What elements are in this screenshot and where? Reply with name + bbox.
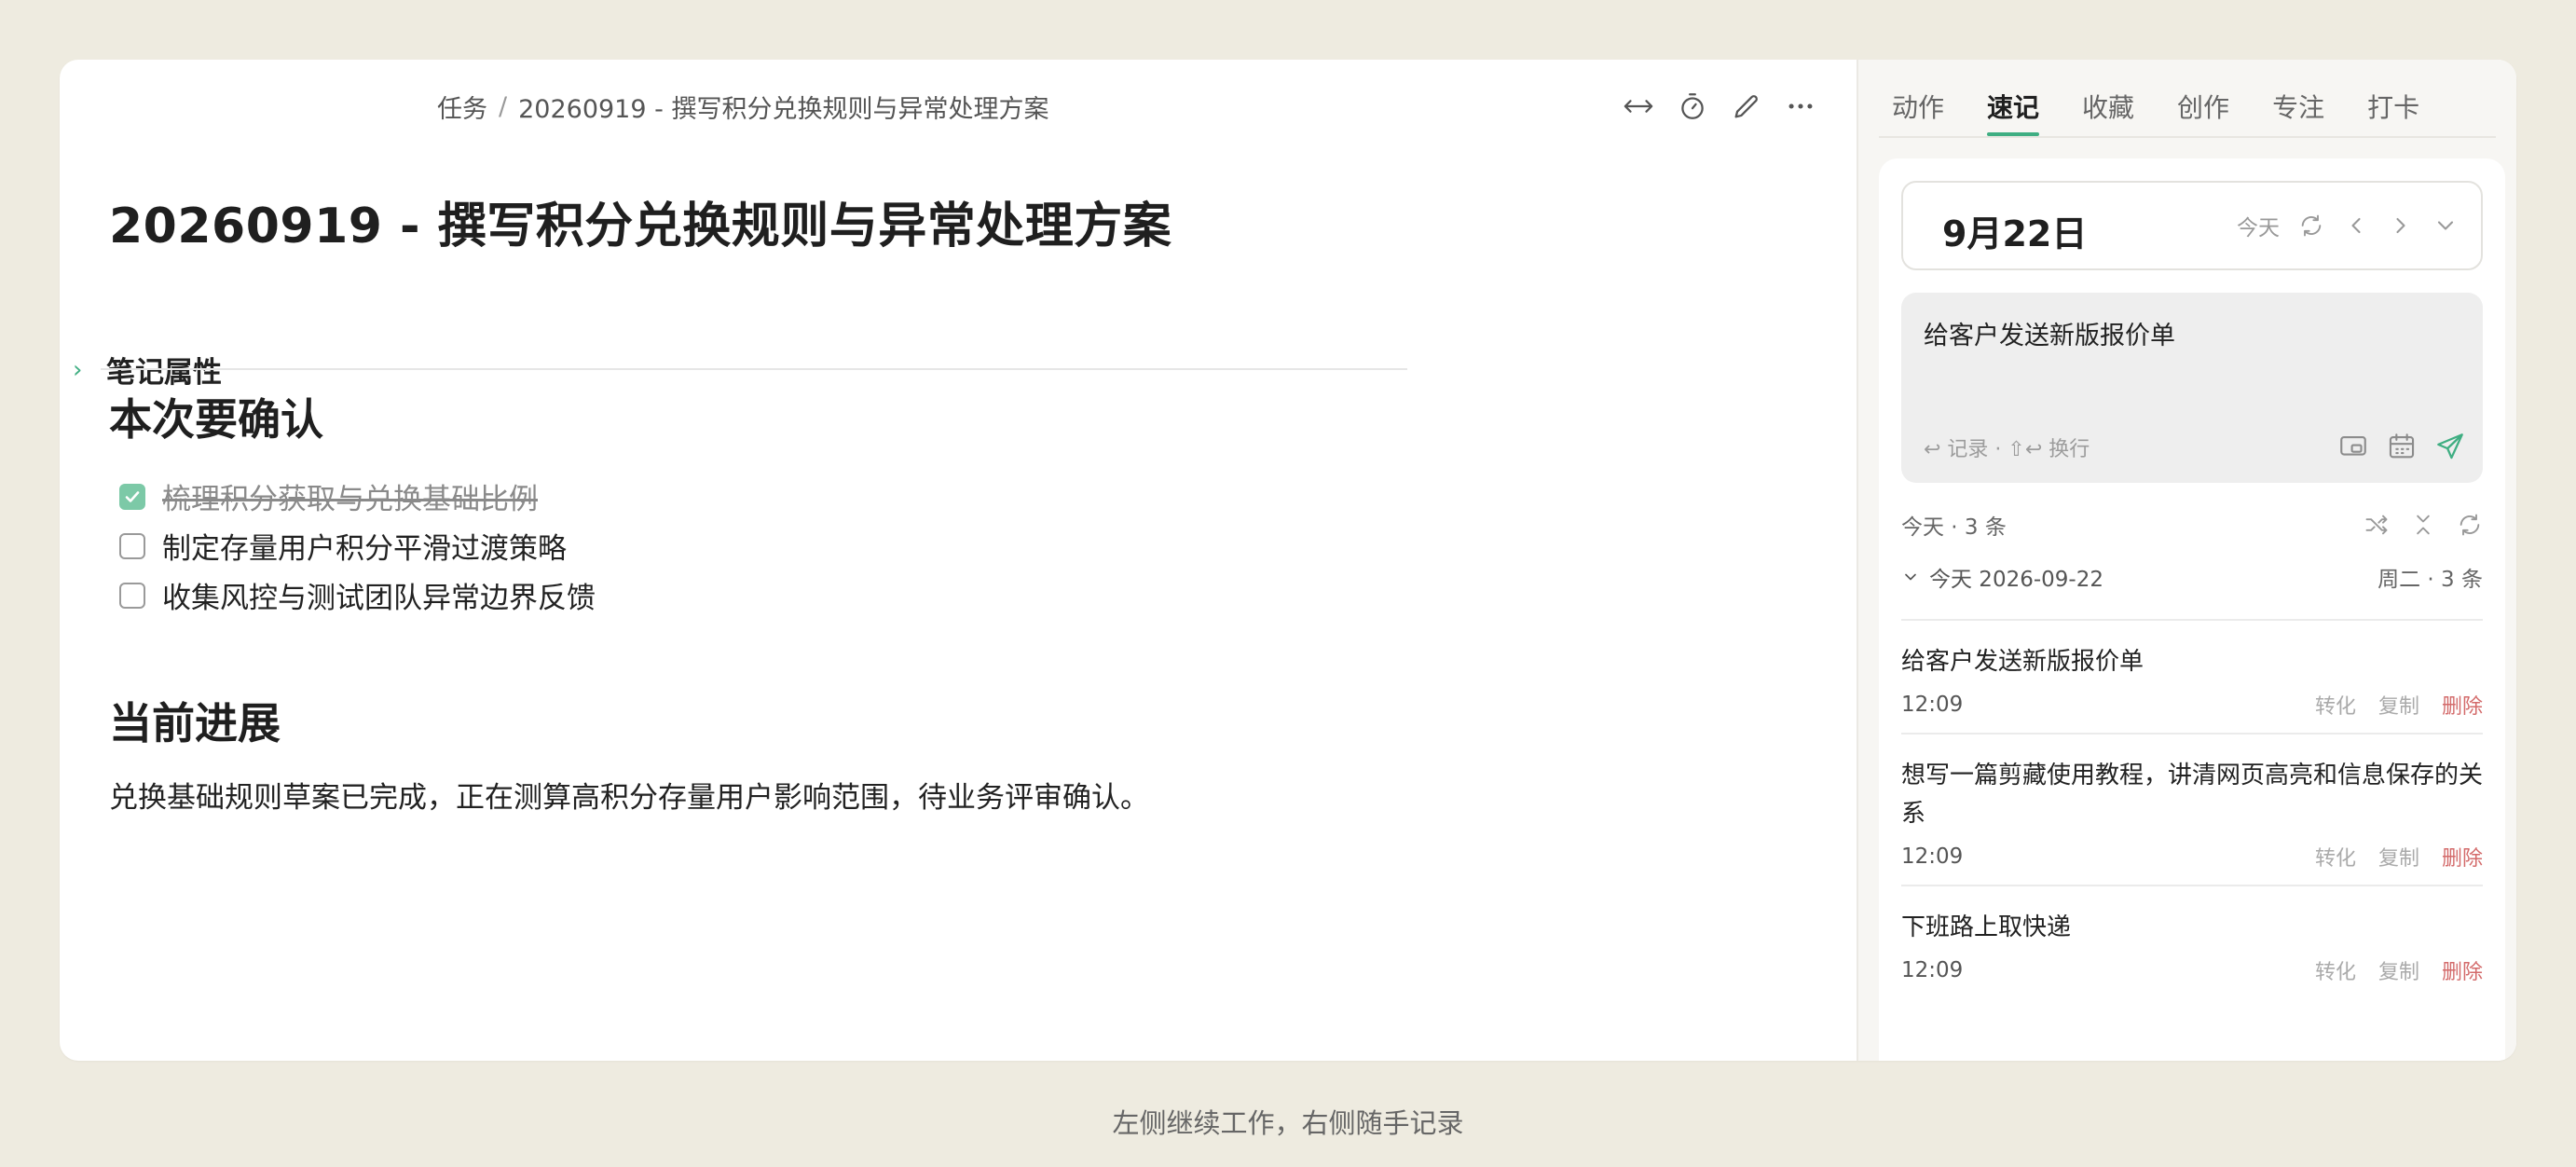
note-time: 12:09 <box>1901 958 1964 982</box>
task-checkbox[interactable] <box>119 483 145 510</box>
calendar-icon[interactable] <box>2386 431 2418 462</box>
quick-notes-card: 9月22日 今天 给客户发送新版报价单 ↩ 记录 · ⇧↩ 换行 今天 · 3 … <box>1879 158 2505 1061</box>
task-item: 收集风控与测试团队异常边界反馈 <box>119 570 596 620</box>
notes-list: 给客户发送新版报价单 12:09 转化 复制 删除 想写一篇剪藏使用教程，讲清网… <box>1901 619 2483 998</box>
chevron-down-icon[interactable] <box>2432 213 2459 239</box>
section-heading-confirm[interactable]: 本次要确认 <box>109 386 323 447</box>
task-text[interactable]: 梳理积分获取与兑换基础比例 <box>162 475 538 517</box>
chevron-left-icon[interactable] <box>2343 213 2369 239</box>
list-actions <box>2364 512 2483 538</box>
breadcrumb-separator: / <box>499 91 508 121</box>
date-group-toggle[interactable]: 今天 2026-09-22 <box>1901 561 2103 593</box>
task-text[interactable]: 制定存量用户积分平滑过渡策略 <box>162 525 567 567</box>
page-title[interactable]: 20260919 - 撰写积分兑换规则与异常处理方案 <box>109 186 1172 256</box>
delete-button[interactable]: 删除 <box>2442 842 2483 872</box>
app-window: 任务 / 20260919 - 撰写积分兑换规则与异常处理方案 20260919… <box>60 60 2516 1061</box>
task-list: 梳理积分获取与兑换基础比例 制定存量用户积分平滑过渡策略 收集风控与测试团队异常… <box>119 472 596 620</box>
chevron-down-icon <box>1905 573 1916 581</box>
collapse-icon[interactable] <box>2410 512 2436 538</box>
sidebar-tabs: 动作 速记 收藏 创作 专注 打卡 <box>1892 76 2419 136</box>
note-meta: 12:09 转化 复制 删除 <box>1901 690 2483 720</box>
chevron-right-icon[interactable] <box>2388 213 2414 239</box>
delete-button[interactable]: 删除 <box>2442 690 2483 720</box>
tab-checkin[interactable]: 打卡 <box>2367 76 2419 136</box>
breadcrumb-current: 20260919 - 撰写积分兑换规则与异常处理方案 <box>518 94 1049 124</box>
note-meta: 12:09 转化 复制 删除 <box>1901 955 2483 985</box>
date-group-label: 今天 2026-09-22 <box>1929 568 2103 592</box>
task-checkbox[interactable] <box>119 582 145 609</box>
send-icon[interactable] <box>2434 431 2466 462</box>
today-button[interactable]: 今天 <box>2237 210 2280 241</box>
section-heading-progress[interactable]: 当前进展 <box>109 690 281 751</box>
tab-create[interactable]: 创作 <box>2177 76 2229 136</box>
screen-clip-icon[interactable] <box>2337 431 2369 462</box>
date-group-header: 今天 2026-09-22 周二 · 3 条 <box>1901 561 2483 593</box>
note-text[interactable]: 给客户发送新版报价单 <box>1901 643 2483 681</box>
date-controls: 今天 <box>2237 183 2459 268</box>
note-actions: 转化 复制 删除 <box>2315 690 2483 720</box>
tab-actions[interactable]: 动作 <box>1892 76 1944 136</box>
note-actions: 转化 复制 删除 <box>2315 955 2483 985</box>
task-text[interactable]: 收集风控与测试团队异常边界反馈 <box>162 574 596 616</box>
chevron-right-icon: › <box>73 355 83 384</box>
editor-toolbar <box>1622 76 1817 136</box>
tab-quick-notes[interactable]: 速记 <box>1987 76 2040 136</box>
editor-pane: 任务 / 20260919 - 撰写积分兑换规则与异常处理方案 20260919… <box>60 60 1857 1061</box>
copy-button[interactable]: 复制 <box>2378 842 2419 872</box>
note-meta: 12:09 转化 复制 删除 <box>1901 842 2483 872</box>
quick-note-input-value[interactable]: 给客户发送新版报价单 <box>1924 315 2175 351</box>
expand-width-icon[interactable] <box>1622 89 1655 123</box>
note-actions: 转化 复制 删除 <box>2315 842 2483 872</box>
list-item: 给客户发送新版报价单 12:09 转化 复制 删除 <box>1901 619 2483 733</box>
tab-focus[interactable]: 专注 <box>2272 76 2324 136</box>
list-item: 想写一篇剪藏使用教程，讲清网页高亮和信息保存的关系 12:09 转化 复制 删除 <box>1901 733 2483 885</box>
shuffle-icon[interactable] <box>2364 512 2390 538</box>
convert-button[interactable]: 转化 <box>2315 690 2356 720</box>
task-item: 制定存量用户积分平滑过渡策略 <box>119 521 596 570</box>
refresh-icon[interactable] <box>2298 213 2324 239</box>
delete-button[interactable]: 删除 <box>2442 955 2483 985</box>
date-navigator: 9月22日 今天 <box>1901 181 2483 270</box>
check-icon <box>125 490 140 502</box>
refresh-icon[interactable] <box>2457 512 2483 538</box>
divider <box>101 368 1407 370</box>
notes-stats-row: 今天 · 3 条 <box>1901 509 2483 541</box>
more-icon[interactable] <box>1784 89 1817 123</box>
progress-paragraph[interactable]: 兑换基础规则草案已完成，正在测算高积分存量用户影响范围，待业务评审确认。 <box>109 774 1149 816</box>
note-text[interactable]: 下班路上取快递 <box>1901 909 2483 947</box>
timer-icon[interactable] <box>1676 89 1709 123</box>
edit-icon[interactable] <box>1730 89 1763 123</box>
copy-button[interactable]: 复制 <box>2378 955 2419 985</box>
task-checkbox[interactable] <box>119 532 145 559</box>
note-time: 12:09 <box>1901 844 1964 869</box>
quick-note-input[interactable]: 给客户发送新版报价单 ↩ 记录 · ⇧↩ 换行 <box>1901 293 2483 483</box>
input-shortcut-hint: ↩ 记录 · ⇧↩ 换行 <box>1924 438 2090 461</box>
breadcrumb-parent[interactable]: 任务 <box>437 89 487 125</box>
tab-favorites[interactable]: 收藏 <box>2082 76 2134 136</box>
list-item: 下班路上取快递 12:09 转化 复制 删除 <box>1901 885 2483 998</box>
notes-count: 今天 · 3 条 <box>1901 515 2007 540</box>
convert-button[interactable]: 转化 <box>2315 955 2356 985</box>
note-text[interactable]: 想写一篇剪藏使用教程，讲清网页高亮和信息保存的关系 <box>1901 757 2483 833</box>
input-tools <box>2337 431 2466 462</box>
current-date[interactable]: 9月22日 <box>1942 205 2087 256</box>
breadcrumb: 任务 / 20260919 - 撰写积分兑换规则与异常处理方案 <box>437 76 1048 136</box>
quick-notes-sidebar: 动作 速记 收藏 创作 专注 打卡 9月22日 今天 给客户发送新版报价单 ↩ … <box>1857 60 2516 1061</box>
caption: 左侧继续工作，右侧随手记录 <box>1112 1107 1464 1139</box>
date-group-meta: 周二 · 3 条 <box>2377 568 2483 592</box>
tabs-divider <box>1879 136 2496 138</box>
convert-button[interactable]: 转化 <box>2315 842 2356 872</box>
copy-button[interactable]: 复制 <box>2378 690 2419 720</box>
task-item: 梳理积分获取与兑换基础比例 <box>119 472 596 521</box>
note-time: 12:09 <box>1901 693 1964 717</box>
